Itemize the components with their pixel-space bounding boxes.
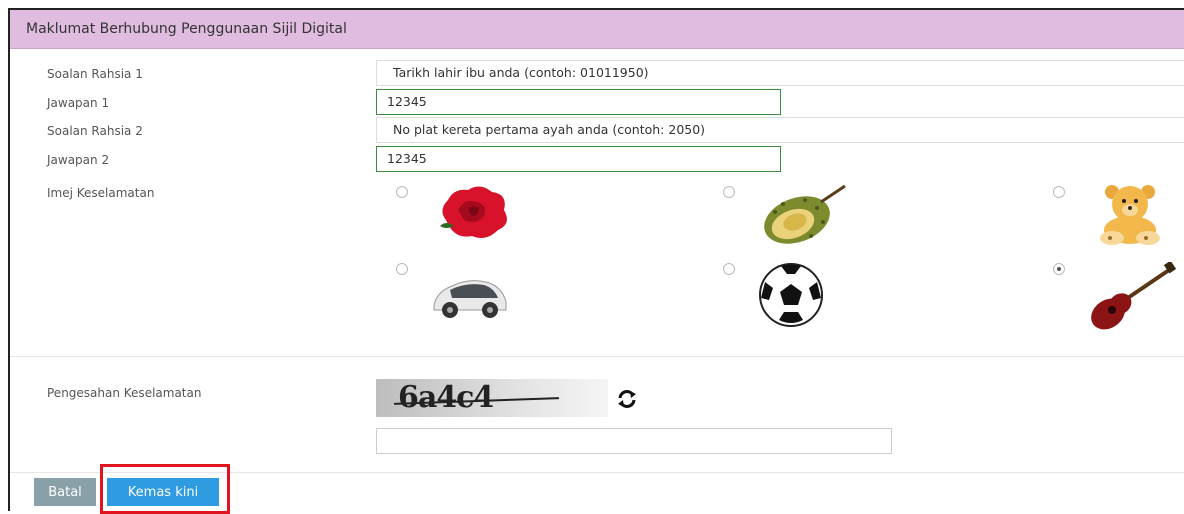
secret-question-1-label: Soalan Rahsia 1 bbox=[47, 67, 143, 81]
footer-divider bbox=[10, 472, 1184, 473]
panel-header: Maklumat Berhubung Penggunaan Sijil Digi… bbox=[10, 10, 1184, 49]
captcha-label: Pengesahan Keselamatan bbox=[47, 386, 202, 400]
security-image-label: Imej Keselamatan bbox=[47, 186, 155, 200]
refresh-icon[interactable] bbox=[616, 388, 638, 410]
car-radio[interactable] bbox=[396, 263, 408, 275]
secret-question-1-select[interactable]: Tarikh lahir ibu anda (contoh: 01011950) bbox=[376, 60, 1184, 86]
guitar-radio[interactable] bbox=[1053, 263, 1065, 275]
update-button[interactable]: Kemas kini bbox=[107, 478, 219, 506]
guitar-icon[interactable] bbox=[1086, 262, 1176, 334]
cancel-button[interactable]: Batal bbox=[34, 478, 96, 506]
teddy-bear-radio[interactable] bbox=[1053, 186, 1065, 198]
durian-icon[interactable] bbox=[755, 182, 851, 246]
form-panel: Maklumat Berhubung Penggunaan Sijil Digi… bbox=[8, 8, 1184, 511]
captcha-image: 6a4c4 bbox=[376, 379, 608, 417]
soccer-ball-radio[interactable] bbox=[723, 263, 735, 275]
secret-question-2-select[interactable]: No plat kereta pertama ayah anda (contoh… bbox=[376, 117, 1184, 143]
answer-1-label: Jawapan 1 bbox=[47, 96, 110, 110]
answer-1-input[interactable]: 12345 bbox=[376, 89, 781, 115]
answer-2-label: Jawapan 2 bbox=[47, 153, 110, 167]
rose-icon[interactable] bbox=[424, 180, 520, 242]
car-icon[interactable] bbox=[428, 272, 512, 322]
captcha-input[interactable] bbox=[376, 428, 892, 454]
durian-radio[interactable] bbox=[723, 186, 735, 198]
answer-2-input[interactable]: 12345 bbox=[376, 146, 781, 172]
captcha-text: 6a4c4 bbox=[398, 380, 494, 415]
secret-question-2-label: Soalan Rahsia 2 bbox=[47, 124, 143, 138]
panel-title: Maklumat Berhubung Penggunaan Sijil Digi… bbox=[26, 21, 347, 37]
rose-radio[interactable] bbox=[396, 186, 408, 198]
section-divider bbox=[10, 356, 1184, 357]
soccer-ball-icon[interactable] bbox=[757, 262, 825, 328]
teddy-bear-icon[interactable] bbox=[1090, 180, 1170, 246]
